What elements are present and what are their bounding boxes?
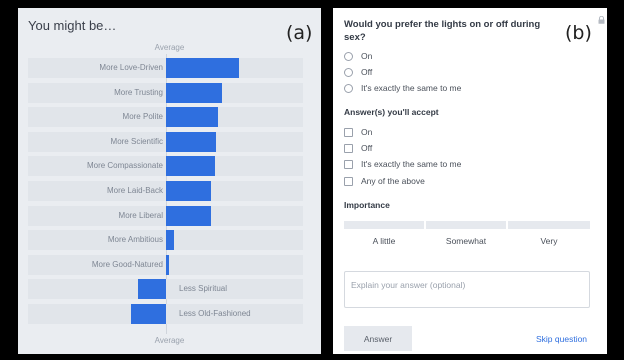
personality-panel: You might be… (a) Average More Love-Driv… (18, 8, 321, 354)
figure-label-b: (b) (565, 22, 592, 44)
accept-option-label: Off (361, 143, 373, 153)
question-text: Would you prefer the lights on or off du… (344, 19, 541, 43)
trait-row: More Good-Natured (28, 254, 303, 275)
checkbox[interactable] (344, 127, 353, 137)
radio-button[interactable] (344, 83, 353, 93)
option-label: Off (361, 67, 373, 77)
trait-label: More Trusting (114, 87, 163, 97)
accept-option-label: On (361, 127, 373, 137)
trait-label: Less Old-Fashioned (179, 309, 251, 318)
trait-label: Less Spiritual (179, 284, 228, 294)
trait-row: More Compassionate (28, 156, 303, 177)
accept-option-label: It's exactly the same to me (361, 159, 462, 169)
accept-option-label: Any of the above (361, 176, 425, 186)
trait-row: More Polite (28, 107, 303, 128)
importance-label-a-little[interactable]: A little (344, 236, 424, 246)
accept-option-on[interactable]: On (344, 126, 372, 138)
trait-label: More Scientific (110, 136, 163, 146)
trait-bar (166, 230, 175, 251)
option-on[interactable]: On (344, 50, 372, 62)
importance-label-somewhat[interactable]: Somewhat (426, 236, 506, 246)
checkbox[interactable] (344, 159, 353, 169)
trait-bar (166, 205, 211, 226)
accept-heading: Answer(s) you'll accept (344, 107, 439, 117)
explain-answer-input[interactable] (344, 271, 590, 308)
radio-button[interactable] (344, 67, 353, 77)
option-same[interactable]: It's exactly the same to me (344, 82, 461, 94)
trait-bar (131, 304, 166, 324)
accept-option-any[interactable]: Any of the above (344, 175, 425, 187)
trait-label: More Liberal (118, 210, 163, 220)
trait-row: Less Spiritual (28, 279, 303, 300)
trait-label: More Polite (122, 112, 163, 122)
importance-somewhat-segment[interactable] (426, 221, 506, 229)
skip-question-link[interactable]: Skip question (536, 334, 587, 344)
trait-label: More Laid-Back (106, 186, 163, 195)
trait-bar (166, 107, 218, 128)
trait-bar (166, 156, 215, 177)
trait-bar (166, 82, 222, 103)
trait-row: More Laid-Back (28, 181, 303, 201)
option-label: On (361, 51, 373, 61)
trait-label: More Ambitious (107, 235, 163, 245)
trait-row: More Liberal (28, 205, 303, 226)
lock-icon (598, 16, 605, 24)
trait-bar (166, 131, 217, 152)
trait-label: More Good-Natured (91, 259, 163, 269)
trait-row: Less Old-Fashioned (28, 304, 303, 324)
accept-option-off[interactable]: Off (344, 142, 372, 154)
importance-very-segment[interactable] (508, 221, 590, 229)
trait-row: More Scientific (28, 131, 303, 152)
panel-title: You might be… (28, 18, 117, 33)
trait-row: More Love-Driven (28, 58, 303, 78)
trait-bar (166, 181, 211, 201)
trait-label: More Love-Driven (99, 63, 163, 72)
trait-bar (166, 254, 169, 275)
trait-label: More Compassionate (86, 161, 163, 171)
average-label-top: Average (154, 43, 185, 52)
accept-option-same[interactable]: It's exactly the same to me (344, 158, 461, 170)
checkbox[interactable] (344, 143, 353, 153)
figure-label-a: (a) (286, 22, 313, 44)
question-panel: (b) Would you prefer the lights on or of… (333, 8, 607, 354)
importance-label-very[interactable]: Very (508, 236, 590, 246)
trait-bar (166, 58, 239, 78)
option-off[interactable]: Off (344, 66, 372, 78)
trait-row: More Ambitious (28, 230, 303, 251)
trait-row: More Trusting (28, 82, 303, 103)
importance-a-little-segment[interactable] (344, 221, 424, 229)
radio-button[interactable] (344, 51, 353, 61)
importance-heading: Importance (344, 200, 390, 210)
trait-bar (138, 279, 166, 300)
average-label-bottom: Average (154, 336, 185, 345)
checkbox[interactable] (344, 176, 353, 186)
answer-button[interactable]: Answer (344, 326, 412, 351)
option-label: It's exactly the same to me (361, 83, 462, 93)
